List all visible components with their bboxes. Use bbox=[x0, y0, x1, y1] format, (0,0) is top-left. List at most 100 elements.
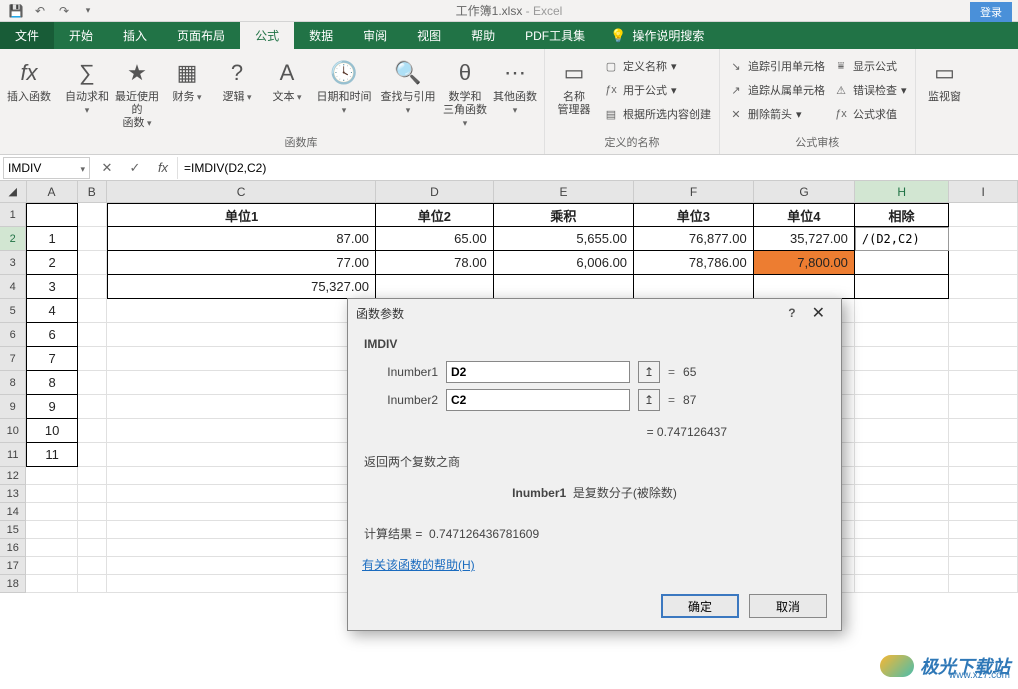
row-header[interactable]: 8 bbox=[0, 371, 26, 395]
cell[interactable]: 乘积 bbox=[494, 203, 634, 227]
cell[interactable]: 单位3 bbox=[634, 203, 754, 227]
redo-icon[interactable]: ↷ bbox=[54, 2, 74, 20]
row-header[interactable]: 16 bbox=[0, 539, 26, 557]
cell[interactable] bbox=[855, 275, 949, 299]
cell[interactable] bbox=[634, 275, 754, 299]
dialog-help-button[interactable]: ? bbox=[780, 306, 803, 320]
cell[interactable]: 6 bbox=[26, 323, 77, 347]
chevron-down-icon[interactable] bbox=[80, 161, 85, 175]
cell[interactable] bbox=[78, 203, 108, 227]
cell[interactable]: 7,800.00 bbox=[754, 251, 855, 275]
cell[interactable] bbox=[78, 275, 108, 299]
function-help-link[interactable]: 有关该函数的帮助(H) bbox=[362, 558, 475, 572]
col-header[interactable]: C bbox=[107, 181, 376, 203]
cell[interactable]: 相除 bbox=[855, 203, 949, 227]
collapse-dialog-icon[interactable]: ↥ bbox=[638, 361, 660, 383]
error-check-button[interactable]: ⚠错误检查 ▾ bbox=[831, 79, 909, 101]
name-box[interactable]: IMDIV bbox=[3, 157, 90, 179]
row-header[interactable]: 5 bbox=[0, 299, 26, 323]
tell-me-search[interactable]: 💡操作说明搜索 bbox=[600, 22, 714, 49]
cell[interactable] bbox=[26, 203, 77, 227]
cell[interactable]: 7 bbox=[26, 347, 77, 371]
collapse-dialog-icon[interactable]: ↥ bbox=[638, 389, 660, 411]
cell[interactable] bbox=[949, 203, 1018, 227]
cell[interactable] bbox=[949, 275, 1018, 299]
cell[interactable] bbox=[78, 227, 108, 251]
enter-formula-button[interactable]: ✓ bbox=[127, 160, 143, 176]
use-in-formula-button[interactable]: ƒx用于公式 ▾ bbox=[601, 79, 713, 101]
ok-button[interactable]: 确定 bbox=[661, 594, 739, 618]
cell[interactable] bbox=[376, 275, 494, 299]
trace-precedents-button[interactable]: ↘追踪引用单元格 bbox=[726, 55, 827, 77]
text-button[interactable]: A文本 bbox=[264, 53, 310, 104]
cell[interactable]: 单位2 bbox=[376, 203, 494, 227]
cell[interactable]: 11 bbox=[26, 443, 77, 467]
cell[interactable]: 6,006.00 bbox=[494, 251, 634, 275]
remove-arrows-button[interactable]: ✕删除箭头 ▾ bbox=[726, 103, 827, 125]
formula-input[interactable]: =IMDIV(D2,C2) bbox=[177, 157, 1018, 179]
save-icon[interactable]: 💾 bbox=[6, 2, 26, 20]
show-formulas-button[interactable]: ⩸显示公式 bbox=[831, 55, 909, 77]
define-name-button[interactable]: ▢定义名称 ▾ bbox=[601, 55, 713, 77]
dialog-titlebar[interactable]: 函数参数 ? ✕ bbox=[348, 299, 841, 327]
cell[interactable] bbox=[855, 251, 949, 275]
col-header[interactable]: B bbox=[78, 181, 107, 203]
financial-button[interactable]: ▦财务 bbox=[164, 53, 210, 104]
math-button[interactable]: θ数学和 三角函数 bbox=[442, 53, 488, 131]
col-header[interactable]: A bbox=[27, 181, 78, 203]
cell[interactable]: 2 bbox=[26, 251, 77, 275]
row-header[interactable]: 13 bbox=[0, 485, 26, 503]
cell[interactable]: 9 bbox=[26, 395, 77, 419]
cell[interactable]: 75,327.00 bbox=[107, 275, 376, 299]
close-icon[interactable]: ✕ bbox=[804, 303, 833, 323]
row-header[interactable]: 6 bbox=[0, 323, 26, 347]
evaluate-formula-button[interactable]: ƒx公式求值 bbox=[831, 103, 909, 125]
cell[interactable]: 5,655.00 bbox=[494, 227, 634, 251]
row-header[interactable]: 2 bbox=[0, 227, 26, 251]
cell[interactable]: 35,727.00 bbox=[754, 227, 855, 251]
tab-review[interactable]: 审阅 bbox=[348, 22, 402, 49]
cell-active-editing[interactable]: /(D2,C2) bbox=[855, 227, 949, 251]
fx-button[interactable]: fx bbox=[155, 160, 171, 176]
create-from-selection-button[interactable]: ▤根据所选内容创建 bbox=[601, 103, 713, 125]
cell[interactable]: 3 bbox=[26, 275, 77, 299]
cell[interactable] bbox=[949, 227, 1018, 251]
cancel-formula-button[interactable]: ✕ bbox=[99, 160, 115, 176]
more-functions-button[interactable]: ⋯其他函数 bbox=[492, 53, 538, 117]
qat-customize-icon[interactable]: ▾ bbox=[78, 2, 98, 20]
row-header[interactable]: 14 bbox=[0, 503, 26, 521]
arg2-input[interactable] bbox=[446, 389, 630, 411]
tab-formulas[interactable]: 公式 bbox=[240, 22, 294, 49]
tab-insert[interactable]: 插入 bbox=[108, 22, 162, 49]
cell[interactable]: 65.00 bbox=[376, 227, 494, 251]
insert-function-button[interactable]: fx 插入函数 bbox=[6, 53, 52, 104]
cell[interactable]: 10 bbox=[26, 419, 77, 443]
select-all-corner[interactable]: ◢ bbox=[0, 181, 27, 203]
cell[interactable]: 76,877.00 bbox=[634, 227, 754, 251]
name-manager-button[interactable]: ▭名称 管理器 bbox=[551, 53, 597, 117]
login-button[interactable]: 登录 bbox=[970, 2, 1012, 22]
datetime-button[interactable]: 🕓日期和时间 bbox=[314, 53, 374, 117]
cell[interactable]: 4 bbox=[26, 299, 77, 323]
watch-window-button[interactable]: ▭监视窗 bbox=[922, 53, 968, 104]
tab-file[interactable]: 文件 bbox=[0, 22, 54, 49]
row-header[interactable]: 15 bbox=[0, 521, 26, 539]
row-header[interactable]: 4 bbox=[0, 275, 26, 299]
cell[interactable]: 78.00 bbox=[376, 251, 494, 275]
cell[interactable]: 77.00 bbox=[107, 251, 376, 275]
cell[interactable]: 单位1 bbox=[107, 203, 376, 227]
cell[interactable] bbox=[78, 251, 108, 275]
cell[interactable]: 87.00 bbox=[107, 227, 376, 251]
row-header[interactable]: 10 bbox=[0, 419, 26, 443]
col-header[interactable]: F bbox=[634, 181, 754, 203]
row-header[interactable]: 1 bbox=[0, 203, 26, 227]
cell[interactable]: 78,786.00 bbox=[634, 251, 754, 275]
cell[interactable] bbox=[949, 251, 1018, 275]
trace-dependents-button[interactable]: ↗追踪从属单元格 bbox=[726, 79, 827, 101]
col-header[interactable]: D bbox=[376, 181, 494, 203]
tab-view[interactable]: 视图 bbox=[402, 22, 456, 49]
recent-functions-button[interactable]: ★最近使用的 函数 bbox=[114, 53, 160, 131]
row-header[interactable]: 3 bbox=[0, 251, 26, 275]
row-header[interactable]: 7 bbox=[0, 347, 26, 371]
row-header[interactable]: 12 bbox=[0, 467, 26, 485]
